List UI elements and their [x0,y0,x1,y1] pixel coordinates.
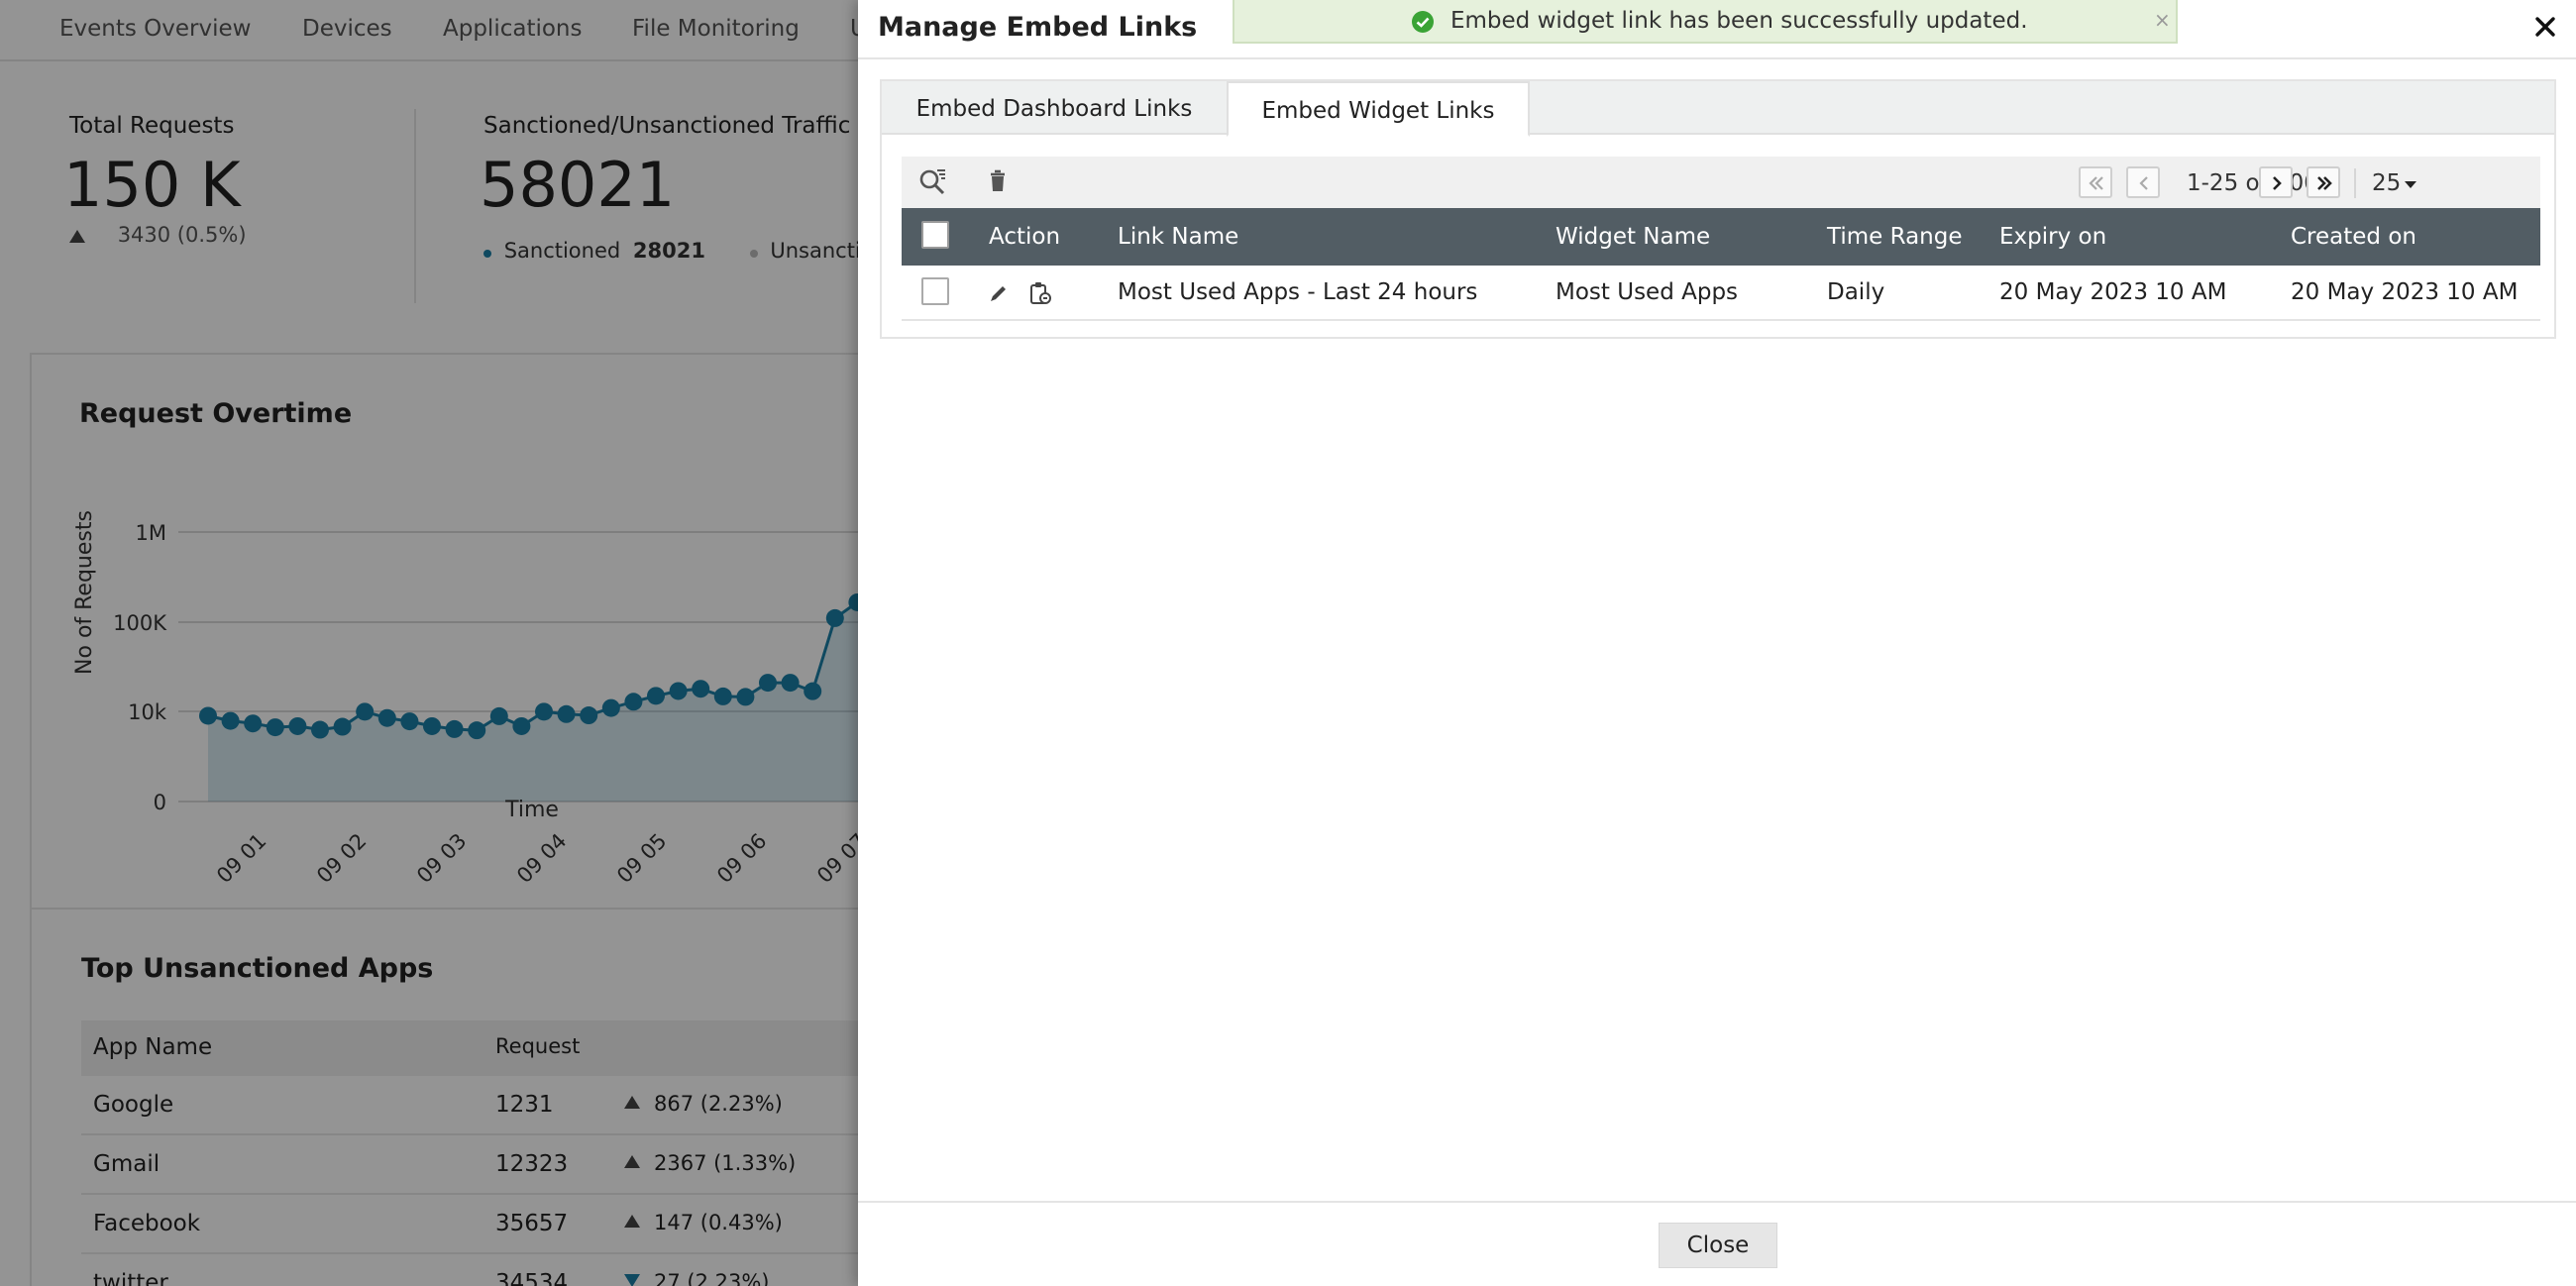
toast-close-icon[interactable]: × [2154,8,2172,32]
col-time-range[interactable]: Time Range [1827,224,1963,250]
grid-toolbar: 1-25 of 100 25 [902,157,2540,208]
row-checkbox[interactable] [921,277,949,305]
col-link-name[interactable]: Link Name [1118,224,1238,250]
manage-embed-links-panel: Manage Embed Links Embed Dashboard Links… [858,0,2576,1286]
cell-created-on: 20 May 2023 10 AM [2291,279,2519,305]
close-button[interactable]: Close [1659,1223,1777,1268]
delete-icon[interactable] [981,164,1015,198]
select-all-checkbox[interactable] [921,221,949,249]
col-expiry-on[interactable]: Expiry on [1999,224,2106,250]
cell-expiry-on: 20 May 2023 10 AM [1999,279,2227,305]
edit-icon[interactable] [985,279,1013,307]
col-widget-name[interactable]: Widget Name [1556,224,1710,250]
tab-embed-dashboard-links[interactable]: Embed Dashboard Links [882,81,1227,135]
panel-title: Manage Embed Links [878,12,1198,43]
last-page-button[interactable] [2307,166,2340,198]
cell-widget-name: Most Used Apps [1556,279,1739,305]
page-size-value: 25 [2372,170,2402,196]
cell-link-name: Most Used Apps - Last 24 hours [1118,279,1478,305]
embed-links-tabs: Embed Dashboard Links Embed Widget Links… [880,79,2556,339]
tab-embed-widget-links[interactable]: Embed Widget Links [1227,81,1530,137]
success-check-icon [1412,11,1434,33]
grid-header: Action Link Name Widget Name Time Range … [902,208,2540,266]
next-page-button[interactable] [2259,166,2293,198]
chevron-down-icon [2405,181,2416,188]
search-filter-icon[interactable] [915,164,949,198]
close-icon[interactable] [2528,10,2562,44]
tab-bar: Embed Dashboard Links Embed Widget Links [882,81,2554,137]
page-size-select[interactable]: 25 [2354,168,2416,198]
col-action: Action [989,224,1061,250]
cell-time-range: Daily [1827,279,1885,305]
prev-page-button[interactable] [2126,166,2160,198]
first-page-button[interactable] [2079,166,2112,198]
success-toast: Embed widget link has been successfully … [1233,0,2178,44]
col-created-on[interactable]: Created on [2291,224,2416,250]
toast-message: Embed widget link has been successfully … [1450,8,2028,34]
panel-footer: Close [858,1201,2576,1286]
copy-link-icon[interactable] [1026,279,1054,307]
table-row[interactable]: Most Used Apps - Last 24 hours Most Used… [902,266,2540,321]
pager-range: 1-25 of 100 [2187,170,2318,196]
